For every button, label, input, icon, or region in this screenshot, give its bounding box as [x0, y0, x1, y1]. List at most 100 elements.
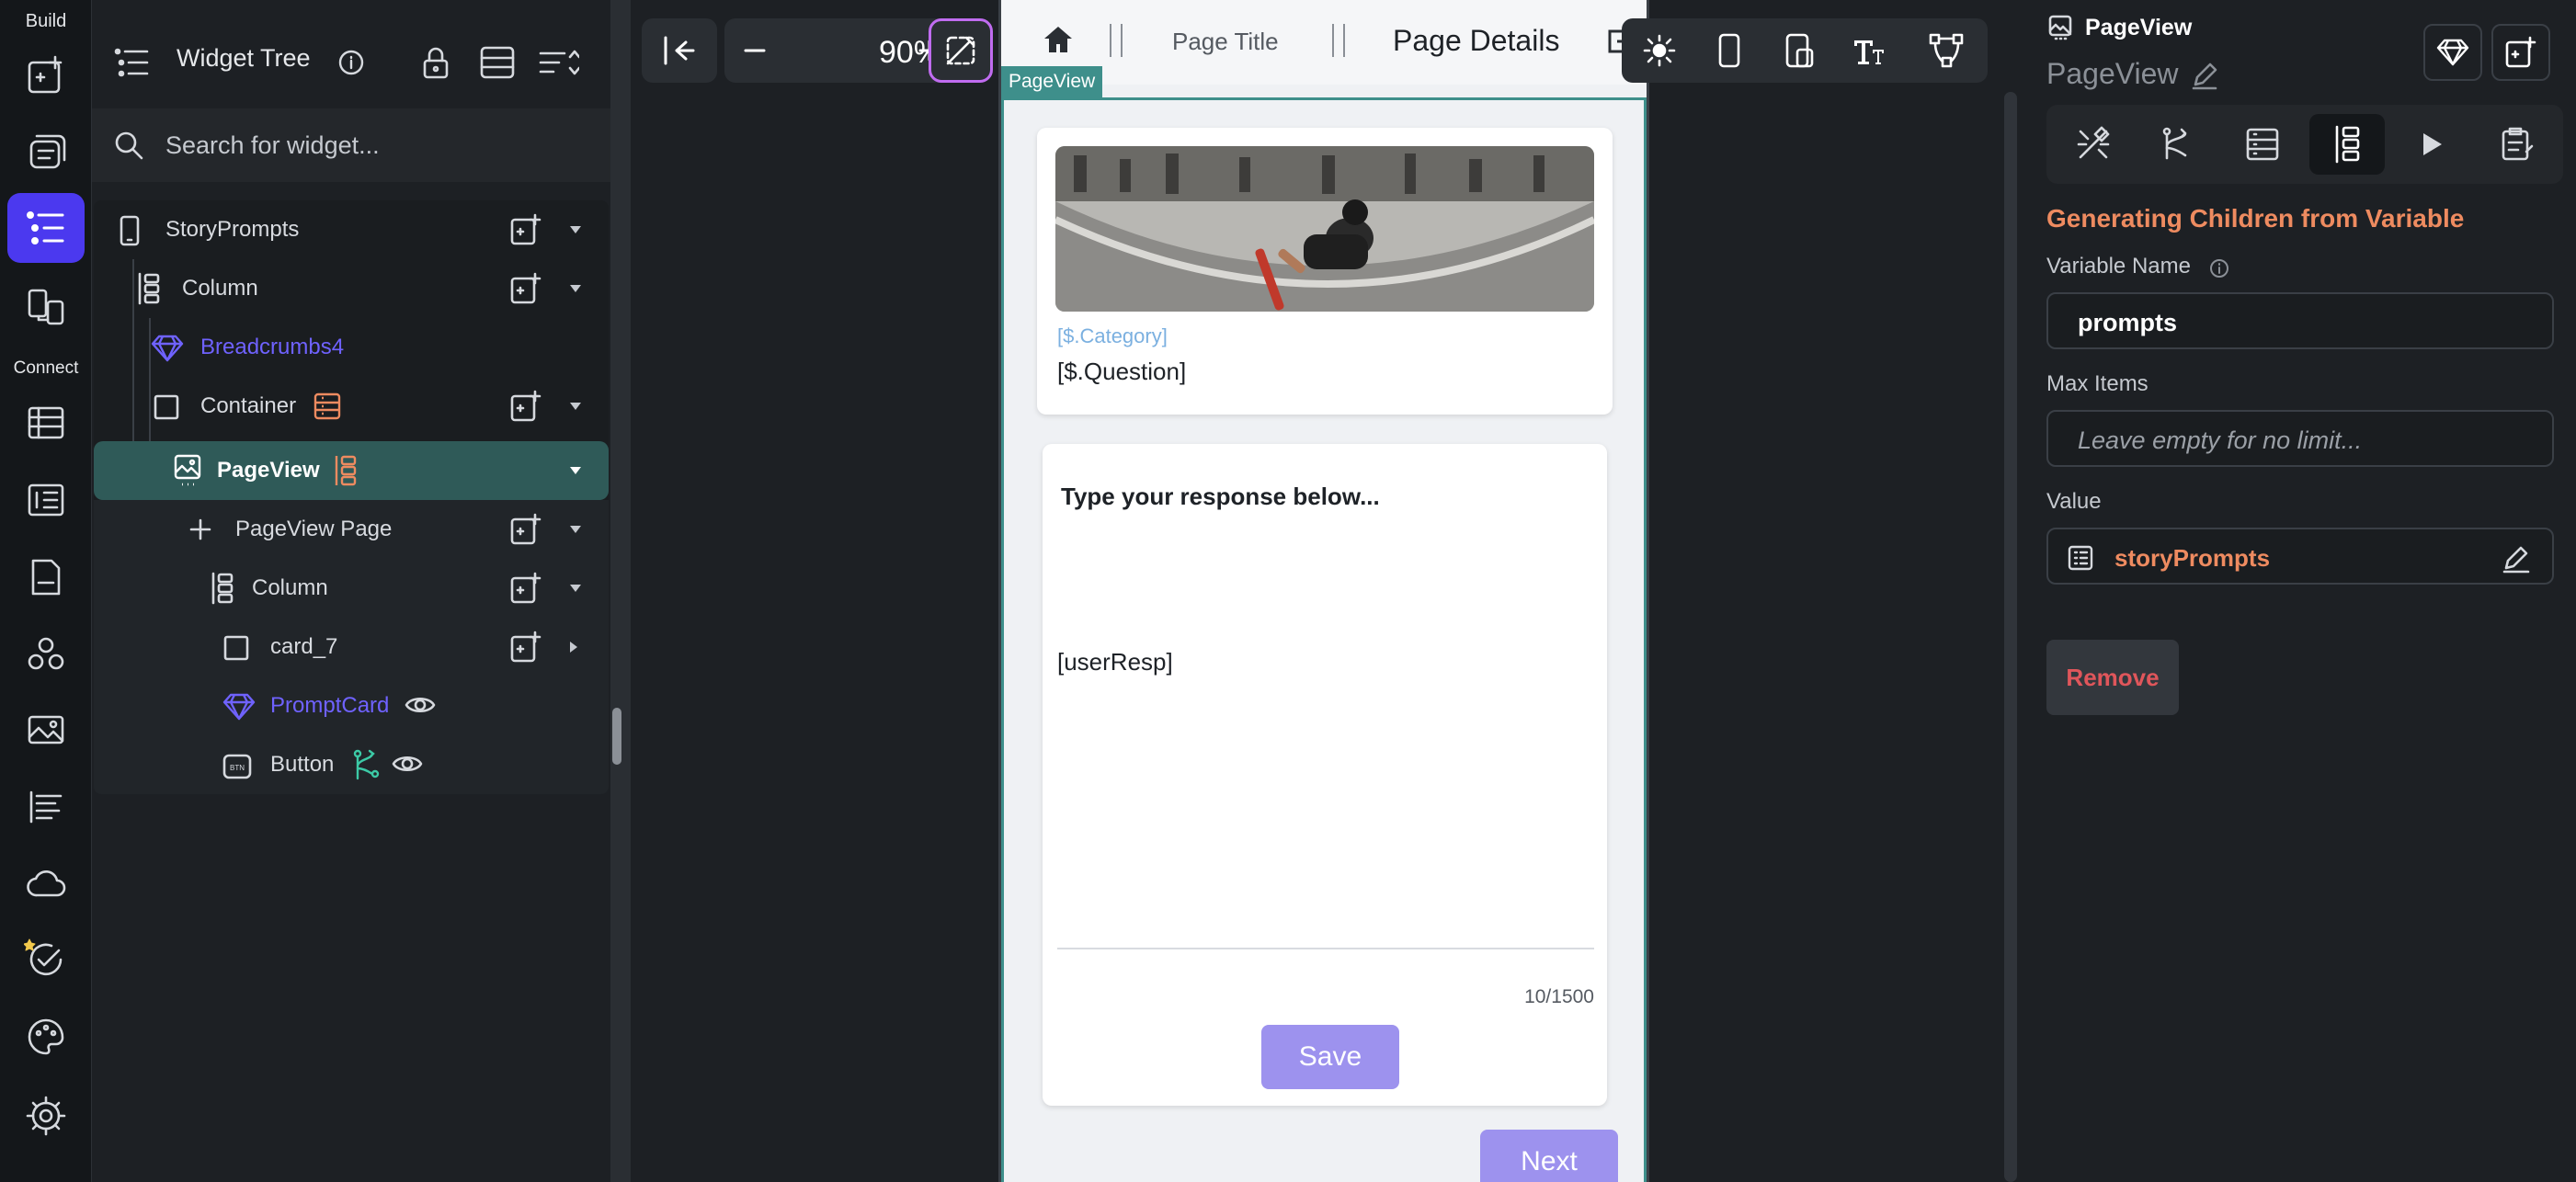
backend-query-icon[interactable] [313, 392, 342, 421]
max-items-label: Max Items [2046, 371, 2149, 396]
add-child-icon[interactable] [509, 272, 542, 305]
widget-search[interactable]: Search for widget... [92, 108, 610, 182]
value-input[interactable]: storyPrompts [2046, 528, 2554, 585]
tree-item-promptcard[interactable]: PromptCard [94, 676, 609, 735]
phone-icon[interactable] [1701, 18, 1758, 83]
container-icon [222, 634, 250, 662]
eye-icon[interactable] [405, 693, 436, 717]
app-state-icon[interactable] [7, 465, 85, 535]
tree-item-container[interactable]: Container [94, 377, 609, 436]
chevron-down-icon[interactable] [568, 584, 583, 593]
response-value: [userResp] [1057, 648, 1173, 676]
tree-item-pageview-page[interactable]: PageView Page [94, 500, 609, 559]
edit-value-icon[interactable] [2501, 542, 2532, 574]
firestore-icon[interactable] [7, 388, 85, 458]
theme-icon[interactable] [7, 1002, 85, 1072]
add-widget-icon[interactable] [7, 40, 85, 110]
convert-to-component-icon[interactable] [2423, 24, 2482, 81]
magic-wand-icon [942, 32, 979, 69]
tree-item-label: PageView Page [235, 517, 393, 541]
pageview-widget[interactable]: [$.Category] [$.Question] Type your resp… [1001, 97, 1647, 1182]
widget-tree-list: StoryPrompts Column Breadcrumbs4 Contain… [94, 200, 609, 794]
storyboard-icon[interactable] [7, 272, 85, 342]
add-child-icon[interactable] [509, 390, 542, 423]
pageview-tag: PageView [1001, 66, 1103, 97]
remove-button[interactable]: Remove [2046, 640, 2179, 715]
chevron-right-icon[interactable] [568, 640, 579, 654]
tab-documentation[interactable] [2479, 114, 2554, 175]
tree-item-pageview[interactable]: PageView [94, 441, 609, 500]
database-icon[interactable] [478, 44, 517, 81]
action-flow-icon[interactable] [351, 748, 382, 781]
app-values-icon[interactable] [7, 772, 85, 842]
rail-section-connect: Connect [13, 358, 79, 378]
chevron-down-icon[interactable] [568, 402, 583, 411]
widget-tree-title: Widget Tree [177, 44, 311, 72]
splitter-handle[interactable] [612, 708, 621, 765]
zoom-out-icon[interactable] [741, 37, 769, 64]
tab-generate-children[interactable] [2309, 114, 2385, 175]
widget-type-label: PageView [2085, 15, 2193, 40]
skateboard-image [1055, 146, 1594, 312]
lock-icon[interactable] [419, 44, 452, 81]
ai-gen-button[interactable] [929, 18, 993, 83]
custom-code-icon[interactable] [7, 619, 85, 689]
tests-icon[interactable] [7, 925, 85, 994]
add-child-icon[interactable] [509, 631, 542, 664]
divider [1110, 24, 1123, 57]
chevron-down-icon[interactable] [568, 284, 583, 293]
bezier-tool-icon[interactable] [1918, 18, 1975, 83]
cloud-functions-icon[interactable] [7, 849, 85, 919]
next-button[interactable]: Next [1480, 1130, 1618, 1182]
question-text: [$.Question] [1057, 358, 1187, 385]
tree-item-card-7[interactable]: card_7 [94, 618, 609, 676]
container-icon [153, 393, 180, 421]
text-scale-icon[interactable] [1841, 18, 1898, 83]
add-child-icon[interactable] [509, 513, 542, 546]
add-widget-icon[interactable] [2491, 24, 2550, 81]
widget-name[interactable]: PageView [2046, 57, 2179, 91]
edit-name-icon[interactable] [2190, 61, 2219, 90]
tab-properties[interactable] [2056, 114, 2131, 175]
api-calls-icon[interactable] [7, 542, 85, 612]
tree-item-button[interactable]: BTN Button [94, 735, 609, 794]
collapse-left-icon [662, 35, 697, 66]
prompt-card[interactable]: [$.Category] [$.Question] [1037, 128, 1613, 415]
response-textfield[interactable]: [userResp] [1057, 641, 1594, 949]
save-button[interactable]: Save [1261, 1025, 1399, 1089]
home-icon[interactable] [1042, 24, 1075, 55]
page-selector-icon[interactable] [7, 118, 85, 188]
search-input[interactable]: Search for widget... [165, 131, 380, 160]
component-gem-icon [222, 693, 256, 721]
eye-icon[interactable] [392, 752, 423, 776]
sort-options-icon[interactable] [537, 44, 579, 81]
tree-item-column[interactable]: Column [94, 259, 609, 318]
generate-children-icon[interactable] [331, 454, 359, 487]
tree-item-column[interactable]: Column [94, 559, 609, 618]
chevron-down-icon[interactable] [568, 466, 583, 475]
tree-item-breadcrumbs4[interactable]: Breadcrumbs4 [94, 318, 609, 377]
settings-icon[interactable] [7, 1081, 85, 1151]
info-icon[interactable] [336, 48, 366, 77]
panel-splitter[interactable] [610, 0, 631, 1182]
chevron-down-icon[interactable] [568, 525, 583, 534]
collapse-panel-button[interactable] [642, 18, 717, 83]
value-label: Value [2046, 489, 2102, 514]
widget-tree-icon[interactable] [7, 193, 85, 263]
media-assets-icon[interactable] [7, 695, 85, 765]
variable-name-input[interactable]: prompts [2046, 292, 2554, 349]
add-child-icon[interactable] [509, 213, 542, 246]
info-icon[interactable] [2208, 257, 2230, 279]
tab-actions[interactable] [2140, 114, 2216, 175]
chevron-down-icon[interactable] [568, 225, 583, 234]
tree-item-storyprompts[interactable]: StoryPrompts [94, 200, 609, 259]
max-items-input[interactable]: Leave empty for no limit... [2046, 410, 2554, 467]
search-icon [112, 129, 145, 162]
tab-backend-query[interactable] [2225, 114, 2300, 175]
light-mode-icon[interactable] [1631, 18, 1688, 83]
tab-animations[interactable] [2394, 114, 2469, 175]
rail-section-build: Build [25, 11, 67, 31]
canvas-scrollbar[interactable] [2004, 92, 2017, 1182]
tablet-icon[interactable] [1771, 18, 1828, 83]
add-child-icon[interactable] [509, 572, 542, 605]
